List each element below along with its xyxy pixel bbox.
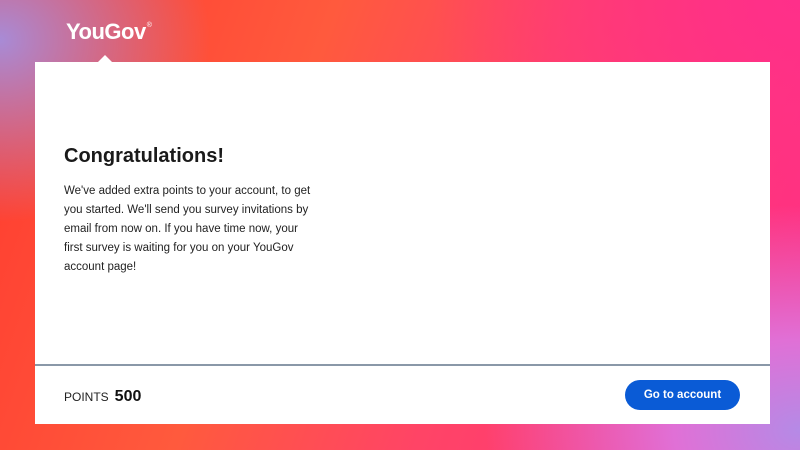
points-value: 500: [114, 388, 142, 405]
footer-divider: [35, 364, 770, 366]
registered-mark: ®: [146, 22, 152, 29]
welcome-card: Congratulations! We've added extra point…: [35, 62, 770, 424]
yougov-logo: YouGov®: [66, 19, 152, 45]
logo-pointer: [98, 55, 112, 62]
welcome-message: We've added extra points to your account…: [64, 185, 311, 273]
logo-text: YouGov: [66, 19, 146, 44]
page-title: Congratulations!: [64, 145, 224, 167]
go-to-account-button[interactable]: Go to account: [625, 380, 740, 410]
points-summary: POINTS 500: [64, 388, 141, 406]
points-label: POINTS: [64, 390, 109, 404]
